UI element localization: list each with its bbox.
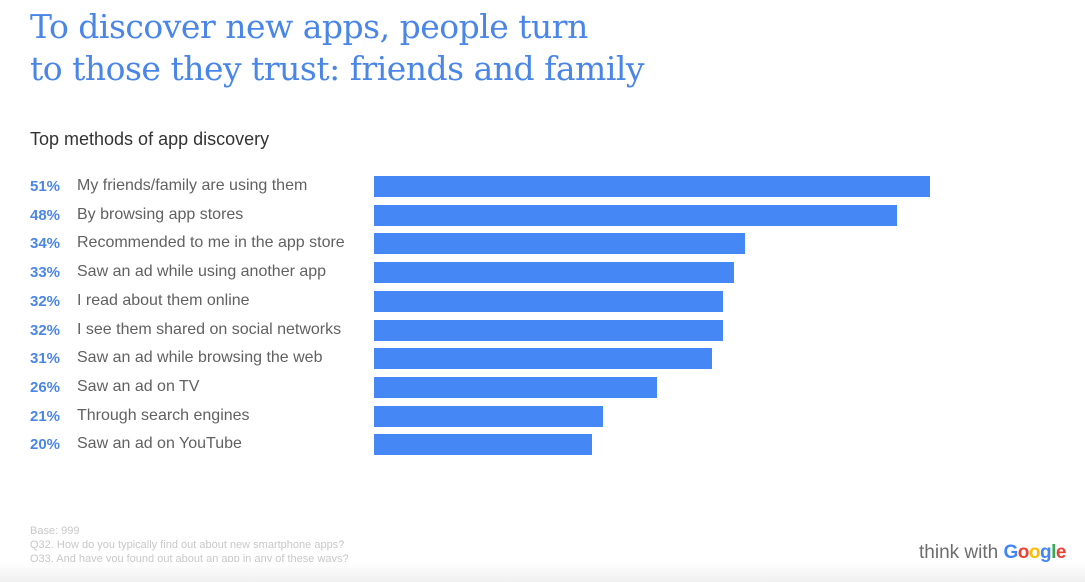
bar	[374, 176, 930, 197]
category-label: By browsing app stores	[77, 205, 244, 223]
category-label: Saw an ad while using another app	[77, 263, 327, 281]
chart-title: Top methods of app discovery	[30, 129, 270, 149]
value-label: 34%	[30, 235, 61, 253]
google-wordmark: Google	[1003, 542, 1067, 563]
category-label: I read about them online	[77, 291, 250, 309]
bar	[374, 290, 723, 312]
category-label: Saw an ad on TV	[77, 377, 200, 395]
think-with-google-logo: think with Google	[919, 542, 1066, 564]
footnotes: Base: 999 Q32. How do you typically find…	[30, 524, 349, 566]
category-label: My friends/family are using them	[77, 177, 308, 194]
value-label: 51%	[30, 178, 61, 195]
brand-prefix: think with	[919, 542, 1004, 563]
value-label: 20%	[30, 436, 61, 454]
bar	[374, 405, 603, 427]
category-label: Saw an ad on YouTube	[77, 435, 242, 453]
footnote-q32: Q32. How do you typically find out about…	[30, 539, 345, 551]
value-label: 33%	[30, 264, 61, 282]
value-label: 48%	[30, 206, 61, 224]
category-label: Recommended to me in the app store	[77, 234, 345, 252]
value-label: 32%	[30, 321, 61, 339]
bar	[374, 434, 593, 456]
bar	[374, 376, 658, 398]
title-line-1: To discover new apps, people turn	[30, 7, 588, 46]
page-title: To discover new apps, people turn to tho…	[30, 6, 645, 90]
google-letter: e	[1055, 542, 1067, 563]
category-label: Saw an ad while browsing the web	[77, 349, 323, 367]
bar	[374, 348, 712, 370]
title-line-2: to those they trust: friends and family	[30, 49, 645, 88]
value-label: 21%	[30, 407, 61, 425]
value-label: 31%	[30, 350, 61, 368]
value-label: 32%	[30, 292, 61, 310]
google-letter: g	[1039, 542, 1052, 563]
google-letter: G	[1003, 542, 1018, 563]
bar	[374, 319, 723, 341]
value-label: 26%	[30, 378, 61, 396]
bar	[374, 233, 745, 255]
google-letter: o	[1017, 542, 1030, 563]
category-label: Through search engines	[77, 406, 250, 424]
footnote-base: Base: 999	[30, 525, 80, 537]
category-label: I see them shared on social networks	[77, 320, 342, 338]
bar	[374, 262, 734, 284]
bar	[374, 204, 898, 226]
footer-fade	[0, 562, 1085, 582]
google-letter: o	[1028, 542, 1041, 563]
